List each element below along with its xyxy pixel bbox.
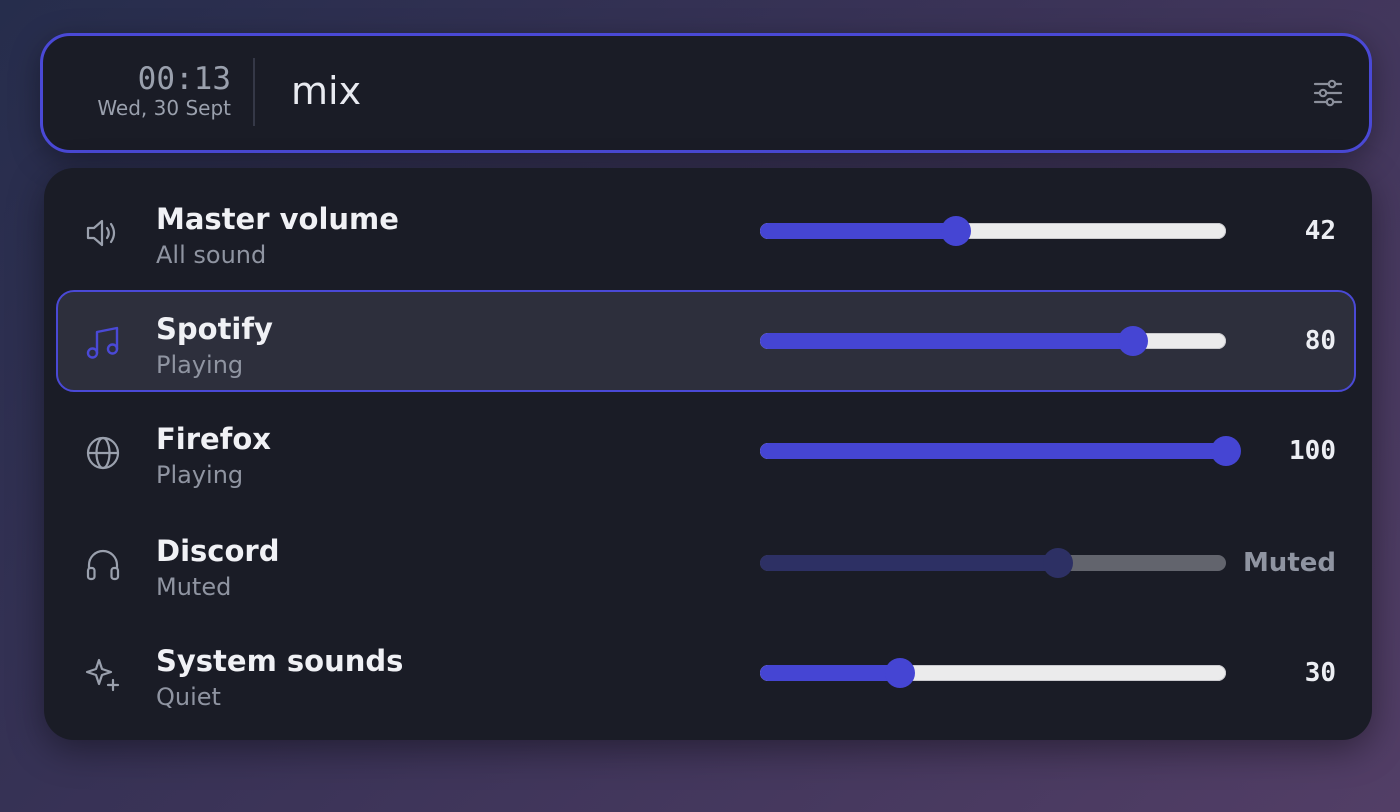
volume-slider-knob[interactable] — [940, 216, 971, 246]
volume-slider-fill — [760, 333, 1133, 349]
volume-slider-fill — [760, 223, 956, 239]
channel-title: Discord — [156, 534, 280, 568]
volume-value: 100 — [1289, 436, 1336, 466]
volume-slider-fill — [760, 443, 1226, 459]
volume-slider[interactable] — [760, 658, 1226, 688]
channel-subtitle: Muted — [156, 573, 232, 601]
clock: 00:13 Wed, 30 Sept — [73, 62, 231, 120]
channel-row-system-sounds[interactable]: System sounds Quiet 30 — [56, 622, 1356, 724]
channel-title: Master volume — [156, 202, 399, 236]
divider — [253, 58, 255, 126]
search-query[interactable]: mix — [291, 68, 361, 114]
volume-slider[interactable] — [760, 548, 1226, 578]
mixer-panel: Master volume All sound 42 Spotify Playi… — [44, 168, 1372, 740]
volume-slider[interactable] — [760, 216, 1226, 246]
volume-slider-fill — [760, 665, 900, 681]
volume-slider-fill — [760, 555, 1059, 571]
channel-title: System sounds — [156, 644, 404, 678]
headphones-icon — [84, 546, 122, 584]
volume-value: 42 — [1304, 216, 1336, 246]
sparkle-icon — [84, 656, 122, 694]
channel-title: Firefox — [156, 422, 271, 456]
volume-value: 80 — [1304, 326, 1336, 356]
channel-row-discord[interactable]: Discord Muted Muted — [56, 512, 1356, 614]
search-bar[interactable]: 00:13 Wed, 30 Sept mix — [40, 33, 1372, 153]
channel-subtitle: Playing — [156, 461, 244, 489]
volume-slider-knob[interactable] — [1043, 548, 1074, 578]
sliders-icon — [1313, 79, 1343, 107]
channel-subtitle: Quiet — [156, 683, 221, 711]
globe-icon — [84, 434, 122, 472]
channel-subtitle: Playing — [156, 351, 244, 379]
volume-slider-knob[interactable] — [884, 658, 915, 688]
volume-slider-knob[interactable] — [1117, 326, 1148, 356]
channel-title: Spotify — [156, 312, 273, 346]
channel-subtitle: All sound — [156, 241, 267, 269]
channel-row-spotify[interactable]: Spotify Playing 80 — [56, 290, 1356, 392]
volume-slider[interactable] — [760, 326, 1226, 356]
speaker-icon — [84, 214, 122, 252]
settings-button[interactable] — [1311, 76, 1345, 110]
volume-value: 30 — [1304, 658, 1336, 688]
clock-time: 00:13 — [137, 61, 231, 97]
clock-date: Wed, 30 Sept — [97, 96, 231, 120]
channel-row-master-volume[interactable]: Master volume All sound 42 — [56, 180, 1356, 282]
volume-slider[interactable] — [760, 436, 1241, 466]
music-note-icon — [84, 324, 122, 362]
volume-value: Muted — [1242, 548, 1336, 578]
channel-row-firefox[interactable]: Firefox Playing 100 — [56, 400, 1356, 502]
